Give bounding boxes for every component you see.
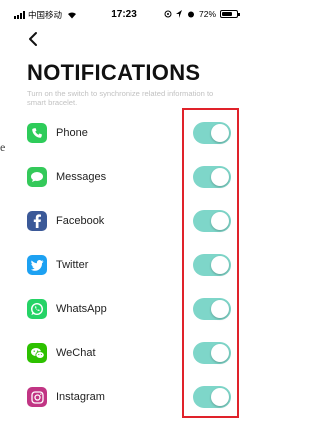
twitter-bird-icon [27, 255, 47, 275]
list-item-label: Facebook [56, 215, 105, 227]
facebook-icon [27, 211, 47, 231]
list-item-label: Twitter [56, 259, 89, 271]
navigation-arrow-icon [175, 10, 182, 18]
message-bubble-icon [27, 167, 47, 187]
list-item-label: Phone [56, 127, 88, 139]
battery-percent: 72% [198, 9, 216, 19]
page-subtitle: Turn on the switch to synchronize relate… [27, 89, 214, 107]
list-item-label: WhatsApp [56, 303, 107, 315]
list-item-label: Instagram [56, 391, 105, 403]
location-icon [164, 10, 172, 18]
page-title: NOTIFICATIONS [27, 60, 201, 85]
list-item-label: Messages [56, 171, 107, 183]
phone-icon [27, 123, 47, 143]
status-right: 72% [164, 9, 240, 19]
back-chevron-icon[interactable] [24, 28, 44, 50]
status-bar: 中国移动 17:23 72% [0, 0, 248, 30]
wechat-icon [27, 343, 47, 363]
alarm-icon [187, 11, 194, 18]
toggle-column-highlight [182, 108, 239, 418]
whatsapp-icon [27, 299, 47, 319]
list-item-label: WeChat [56, 347, 96, 359]
instagram-icon [27, 387, 47, 407]
battery-icon [220, 10, 240, 18]
